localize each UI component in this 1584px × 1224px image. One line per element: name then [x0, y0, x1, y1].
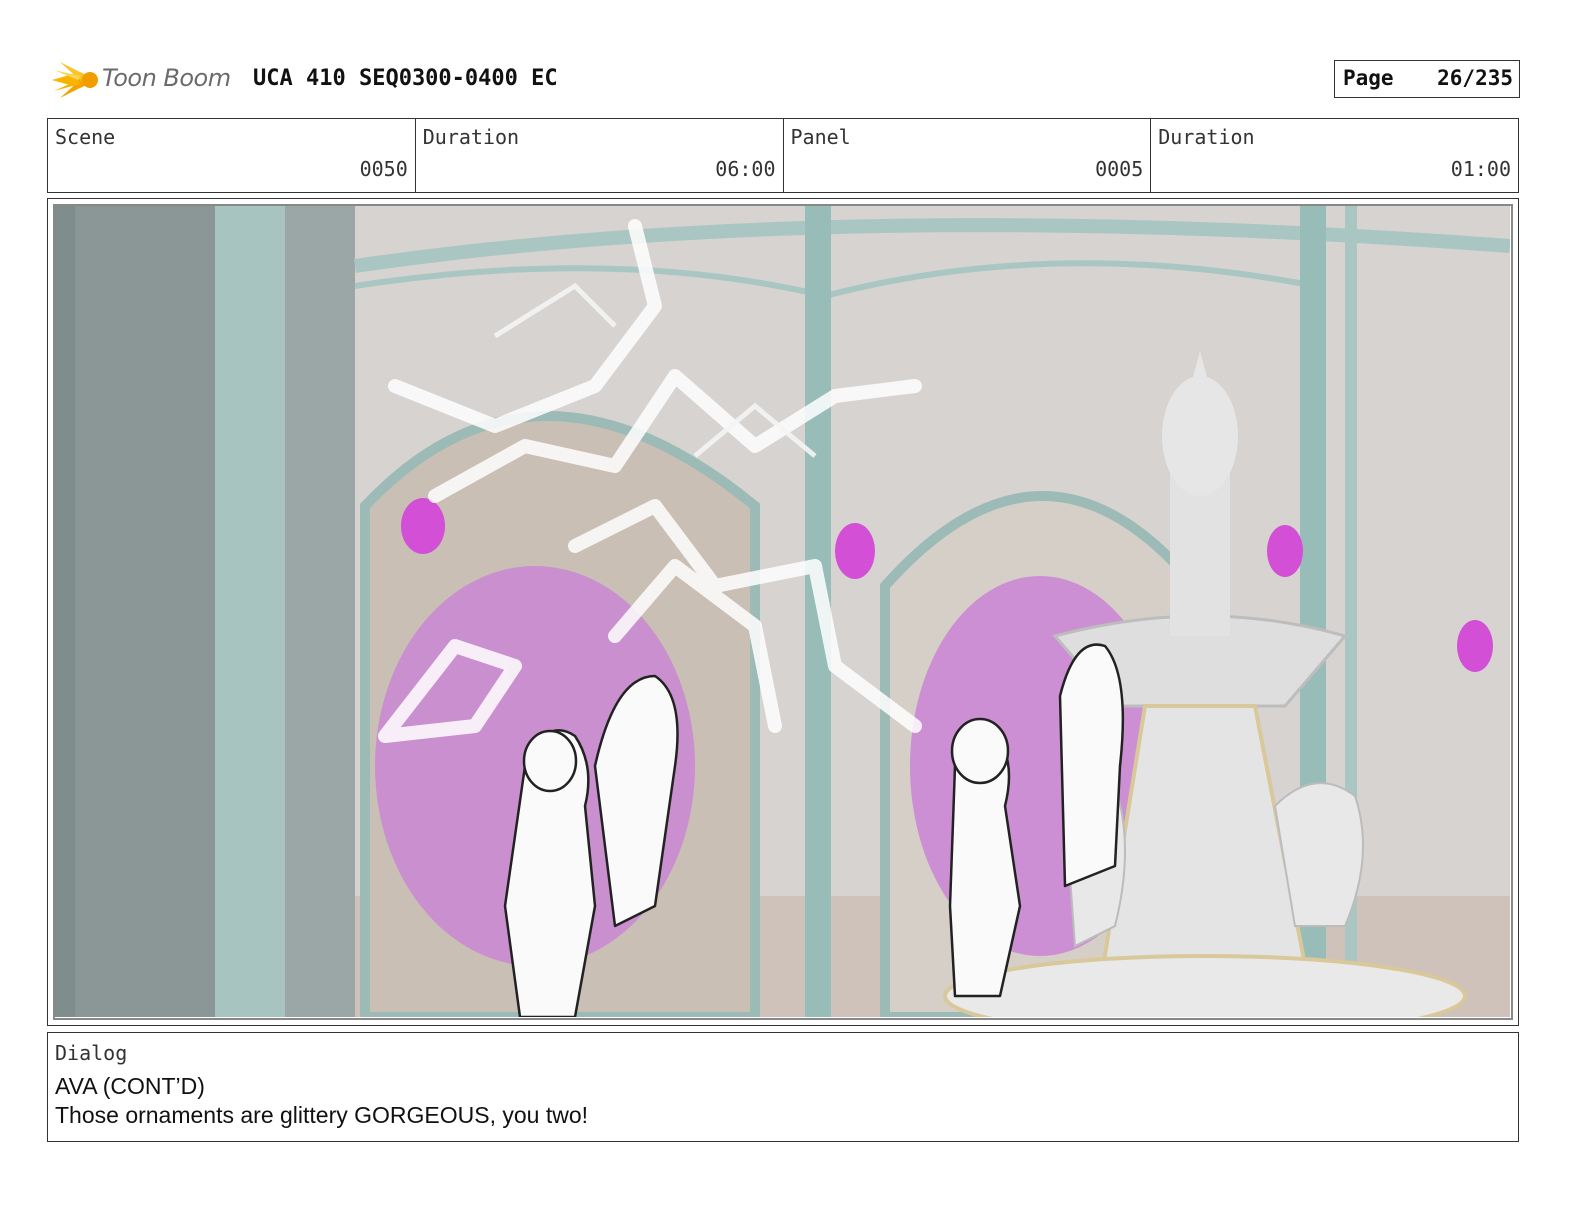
toon-boom-logo: Toon Boom [50, 58, 240, 102]
scene-duration-cell: Duration 06:00 [416, 119, 784, 192]
panel-label: Panel [790, 125, 851, 149]
panel-duration-value: 01:00 [1450, 157, 1511, 181]
page-header: Toon Boom UCA 410 SEQ0300-0400 EC Page 2… [50, 58, 1520, 102]
page-label: Page [1343, 66, 1394, 90]
page-value: 26/235 [1437, 66, 1513, 90]
panel-duration-cell: Duration 01:00 [1151, 119, 1518, 192]
scene-cell: Scene 0050 [48, 119, 416, 192]
panel-value: 0005 [1095, 157, 1144, 181]
scene-duration-label: Duration [422, 125, 520, 149]
logo-burst-icon [52, 62, 98, 98]
dialog-character: AVA (CONT’D) [55, 1073, 205, 1099]
document-title: UCA 410 SEQ0300-0400 EC [253, 66, 558, 91]
page-counter: Page 26/235 [1334, 60, 1520, 98]
dialog-line: Those ornaments are glittery GORGEOUS, y… [55, 1102, 589, 1128]
scene-value: 0050 [359, 157, 408, 181]
panel-cell: Panel 0005 [784, 119, 1152, 192]
scene-duration-value: 06:00 [715, 157, 776, 181]
panel-duration-label: Duration [1158, 125, 1255, 149]
storyboard-panel [47, 198, 1519, 1026]
panel-image [53, 204, 1513, 1020]
panel-info-row: Scene 0050 Duration 06:00 Panel 0005 Dur… [47, 118, 1519, 193]
dialog-box: Dialog AVA (CONT’D) Those ornaments are … [47, 1032, 1519, 1142]
storyboard-illustration [55, 206, 1510, 1017]
dialog-label: Dialog [55, 1041, 128, 1065]
scene-label: Scene [55, 125, 116, 149]
logo-text: Toon Boom [102, 64, 231, 92]
